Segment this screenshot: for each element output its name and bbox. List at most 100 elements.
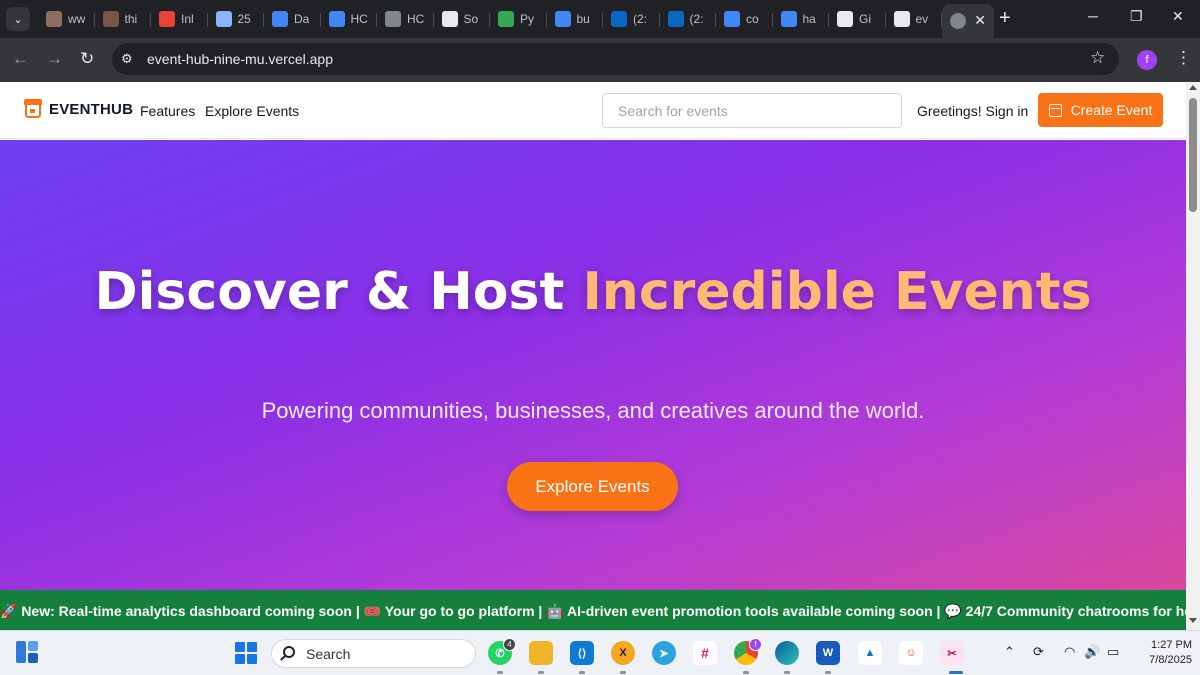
- browser-tab[interactable]: Da: [264, 4, 321, 34]
- browser-tab-label: 25: [237, 12, 251, 26]
- avatar-icon: [102, 11, 119, 27]
- browser-tab-label: ha: [802, 12, 816, 26]
- site-info-icon[interactable]: ⚙: [121, 51, 133, 67]
- scroll-thumb[interactable]: [1189, 98, 1197, 212]
- nav-link-explore-events[interactable]: Explore Events: [205, 103, 299, 119]
- browser-tab-label: Py: [520, 12, 535, 26]
- vscode-icon[interactable]: ⟨⟩: [570, 641, 594, 665]
- browser-tab-label: co: [746, 12, 759, 26]
- running-indicator: [825, 671, 831, 674]
- url-text[interactable]: event-hub-nine-mu.vercel.app: [147, 51, 333, 67]
- sync-icon[interactable]: ⟳: [1033, 644, 1044, 660]
- browser-tab[interactable]: HC: [321, 4, 378, 34]
- browser-tab[interactable]: ha: [773, 4, 830, 34]
- google-icon: [724, 11, 740, 27]
- page-scrollbar[interactable]: [1186, 82, 1200, 630]
- reload-icon[interactable]: ↻: [80, 49, 94, 69]
- scroll-up-icon[interactable]: [1189, 85, 1197, 90]
- restore-icon[interactable]: ❐: [1130, 8, 1143, 25]
- browser-tab[interactable]: 25: [208, 4, 265, 34]
- docs-icon: [328, 11, 345, 27]
- taskbar-search-box[interactable]: Search: [271, 639, 476, 668]
- tab-list: ww thi Inl 25 Da HC HC So Py bu (2: (2: co ha Gi ev ✕: [38, 4, 994, 38]
- windows-start-icon[interactable]: [235, 642, 257, 664]
- browser-tab-active[interactable]: ✕: [942, 4, 994, 38]
- browser-tab[interactable]: So: [434, 4, 491, 34]
- ticker-text: 🚀 New: Real-time analytics dashboard com…: [0, 603, 1186, 619]
- globe-icon: [385, 11, 401, 27]
- hero-title-accent: Incredible Events: [582, 262, 1092, 322]
- browser-tab[interactable]: Gi: [829, 4, 886, 34]
- profile-avatar[interactable]: f: [1137, 50, 1157, 70]
- browser-tab-label: (2:: [689, 12, 704, 26]
- close-tab-icon[interactable]: ✕: [974, 12, 986, 29]
- browser-tab[interactable]: (2:: [603, 4, 660, 34]
- hero-section: Discover & Host Incredible Events Poweri…: [0, 140, 1186, 590]
- nav-link-features[interactable]: Features: [140, 103, 195, 119]
- calendar-logo-icon: [24, 99, 42, 118]
- battery-icon[interactable]: ▭: [1107, 644, 1119, 660]
- github-icon: [837, 11, 853, 27]
- site-header: EVENTHUB Features Explore Events Greetin…: [0, 82, 1186, 139]
- browser-tab[interactable]: ww: [38, 4, 95, 34]
- edge-icon[interactable]: [775, 641, 799, 665]
- address-bar[interactable]: ⚙ event-hub-nine-mu.vercel.app: [112, 43, 1119, 75]
- browser-tab-label: ev: [915, 12, 929, 26]
- page-viewport: EVENTHUB Features Explore Events Greetin…: [0, 82, 1186, 630]
- widgets-icon[interactable]: [16, 641, 38, 663]
- new-tab-plus-icon[interactable]: +: [999, 8, 1011, 28]
- minimize-icon[interactable]: ─: [1088, 8, 1098, 24]
- word-icon[interactable]: W: [816, 641, 840, 665]
- gmail-icon: [159, 11, 175, 27]
- browser-tab[interactable]: HC: [377, 4, 434, 34]
- photos-icon[interactable]: ▲: [858, 641, 882, 665]
- wifi-icon[interactable]: ◠: [1064, 644, 1075, 660]
- brand-logo[interactable]: EVENTHUB: [24, 99, 134, 118]
- browser-tab[interactable]: Inl: [151, 4, 208, 34]
- browser-tab-label: So: [463, 12, 479, 26]
- app-x-icon[interactable]: X: [611, 641, 635, 665]
- browser-menu-icon[interactable]: ⋮: [1175, 48, 1192, 68]
- browser-tab[interactable]: ev: [886, 4, 943, 34]
- file-explorer-icon[interactable]: [529, 641, 553, 665]
- browser-tab[interactable]: Py: [490, 4, 547, 34]
- brand-name: EVENTHUB: [49, 100, 134, 118]
- tray-chevron-up-icon[interactable]: ⌃: [1004, 644, 1015, 660]
- scroll-down-icon[interactable]: [1189, 618, 1197, 623]
- browser-tab-label: (2:: [633, 12, 648, 26]
- browser-tab[interactable]: co: [716, 4, 773, 34]
- announcement-ticker: 🚀 New: Real-time analytics dashboard com…: [0, 590, 1186, 630]
- slack-icon[interactable]: #: [693, 641, 717, 665]
- browser-tab[interactable]: bu: [547, 4, 604, 34]
- forward-arrow-icon[interactable]: →: [46, 49, 63, 69]
- create-event-button[interactable]: Create Event: [1038, 93, 1163, 127]
- running-indicator: [497, 671, 503, 674]
- snipping-tool-icon[interactable]: ✂: [940, 641, 964, 665]
- running-indicator: [743, 671, 749, 674]
- tab-search-chevron-icon[interactable]: ⌄: [6, 7, 30, 31]
- browser-tab[interactable]: thi: [95, 4, 152, 34]
- volume-icon[interactable]: 🔊: [1084, 644, 1100, 660]
- running-indicator: [538, 671, 544, 674]
- close-window-icon[interactable]: ✕: [1172, 8, 1184, 25]
- taskbar-clock[interactable]: 1:27 PM 7/8/2025: [1130, 638, 1192, 668]
- windows-taskbar: Search ✆ 4 ⟨⟩ X ➤ # f W ▲ ☺ ✂ ⌃ ⟳ ◠ 🔊 ▭ …: [0, 630, 1200, 675]
- browser-tab-label: HC: [407, 12, 425, 26]
- browser-tab[interactable]: (2:: [660, 4, 717, 34]
- hero-title-main: Discover & Host: [94, 262, 583, 322]
- search-icon: [283, 646, 295, 658]
- bookmark-star-icon[interactable]: ☆: [1090, 48, 1105, 68]
- active-app-indicator: [949, 671, 963, 674]
- docs-icon: [272, 11, 288, 27]
- google-icon: [554, 11, 571, 27]
- back-arrow-icon[interactable]: ←: [12, 49, 29, 69]
- sign-in-link[interactable]: Greetings! Sign in: [917, 103, 1028, 119]
- browser-tab-label: HC: [350, 12, 368, 26]
- explore-events-button[interactable]: Explore Events: [507, 462, 678, 511]
- telegram-icon[interactable]: ➤: [652, 641, 676, 665]
- whatsapp-badge: 4: [503, 638, 516, 651]
- link-icon: [498, 11, 514, 27]
- app-accessibility-icon[interactable]: ☺: [899, 641, 923, 665]
- browser-tab-label: Inl: [181, 12, 194, 26]
- search-events-input[interactable]: [602, 93, 902, 128]
